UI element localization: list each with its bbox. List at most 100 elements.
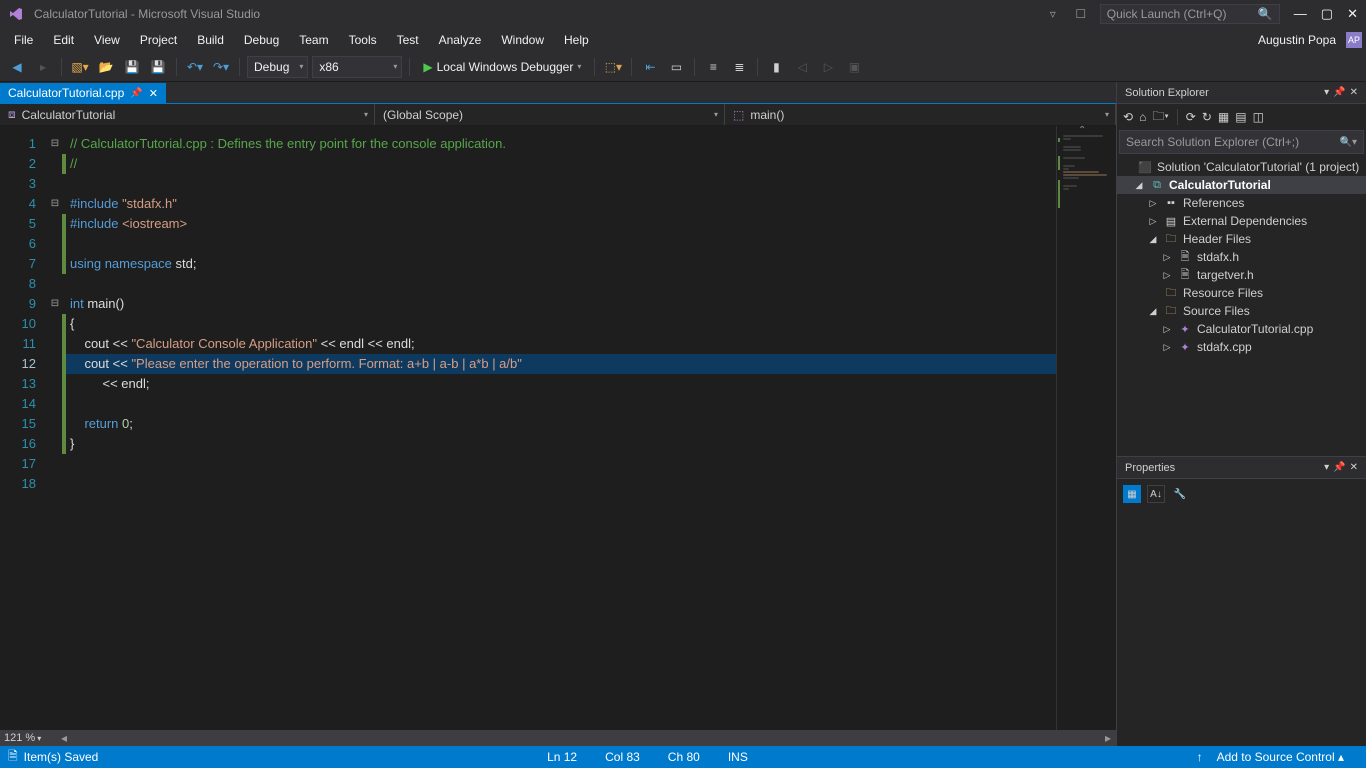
menu-build[interactable]: Build — [187, 30, 234, 50]
calc-cpp-node[interactable]: ▷✦CalculatorTutorial.cpp — [1117, 320, 1366, 338]
targetver-h-node[interactable]: ▷🗎targetver.h — [1117, 266, 1366, 284]
outdent-icon[interactable]: ≡ — [702, 56, 724, 78]
toolbar: ◀ ▸ ▧▾ 📂 💾 💾 ↶▾ ↷▾ Debug x86 ▶ Local Win… — [0, 52, 1366, 82]
home-icon[interactable]: ⟲ — [1123, 110, 1133, 124]
alphabetical-icon[interactable]: A↓ — [1147, 485, 1165, 503]
properties-icon[interactable]: ▤ — [1235, 110, 1246, 124]
header-files-node[interactable]: ◢🗀Header Files — [1117, 230, 1366, 248]
stdafx-h-node[interactable]: ▷🗎stdafx.h — [1117, 248, 1366, 266]
save-button[interactable]: 💾 — [121, 56, 143, 78]
source-files-node[interactable]: ◢🗀Source Files — [1117, 302, 1366, 320]
toolbar-icon-1[interactable]: ⬚▾ — [602, 56, 624, 78]
menu-edit[interactable]: Edit — [43, 30, 84, 50]
references-node[interactable]: ▷▪▪References — [1117, 194, 1366, 212]
collapse-icon[interactable]: 🗀▾ — [1152, 107, 1168, 128]
scroll-left-icon[interactable]: ◂ — [56, 730, 72, 746]
menu-window[interactable]: Window — [491, 30, 554, 50]
project-node[interactable]: ◢⧉CalculatorTutorial — [1117, 176, 1366, 194]
menu-analyze[interactable]: Analyze — [429, 30, 492, 50]
bookmark-icon[interactable]: ▣ — [843, 56, 865, 78]
menu-view[interactable]: View — [84, 30, 130, 50]
panel-menu-icon[interactable]: ▾ — [1324, 462, 1329, 473]
properties-title: Properties — [1125, 462, 1175, 474]
code-editor[interactable]: 123456789101112131415161718 ⊟⊟⊟ // Calcu… — [0, 126, 1056, 730]
pin-icon[interactable]: 📌 — [1333, 462, 1345, 473]
zoom-dropdown[interactable]: 121 %▾ — [0, 732, 56, 744]
undo-button[interactable]: ↶▾ — [184, 56, 206, 78]
menubar: FileEditViewProjectBuildDebugTeamToolsTe… — [0, 28, 1366, 52]
nav-project-dropdown[interactable]: ⧈CalculatorTutorial — [0, 104, 375, 125]
menu-debug[interactable]: Debug — [234, 30, 289, 50]
bookmark-next-icon[interactable]: ▷ — [817, 56, 839, 78]
panel-menu-icon[interactable]: ▾ — [1324, 87, 1329, 98]
code-navbar: ⧈CalculatorTutorial (Global Scope) ⬚main… — [0, 104, 1116, 126]
sync-icon[interactable]: ⟳ — [1186, 110, 1196, 124]
solution-toolbar: ⟲ ⌂ 🗀▾ ⟳ ↻ ▦ ▤ ◫ — [1117, 104, 1366, 130]
horizontal-scroll[interactable]: 121 %▾ ◂ ▸ — [0, 730, 1116, 746]
avatar[interactable]: AP — [1346, 32, 1362, 48]
menu-help[interactable]: Help — [554, 30, 599, 50]
nav-fwd-button[interactable]: ▸ — [32, 56, 54, 78]
menu-project[interactable]: Project — [130, 30, 187, 50]
stdafx-cpp-node[interactable]: ▷✦stdafx.cpp — [1117, 338, 1366, 356]
external-deps-node[interactable]: ▷▤External Dependencies — [1117, 212, 1366, 230]
status-line: Ln 12 — [533, 750, 591, 764]
source-control-button[interactable]: Add to Source Control ▴ — [1203, 750, 1358, 764]
nav-scope-dropdown[interactable]: (Global Scope) — [375, 104, 725, 125]
categorized-icon[interactable]: ▦ — [1123, 485, 1141, 503]
panel-close-icon[interactable]: ✕ — [1350, 87, 1358, 98]
maximize-button[interactable]: ▢ — [1321, 6, 1333, 22]
menu-team[interactable]: Team — [289, 30, 338, 50]
properties-body: ▦ A↓ 🔧 — [1117, 479, 1366, 746]
redo-button[interactable]: ↷▾ — [210, 56, 232, 78]
nav-member-dropdown[interactable]: ⬚main() — [725, 104, 1116, 125]
pin-icon[interactable]: 📌 — [130, 88, 142, 99]
close-button[interactable]: ✕ — [1347, 6, 1358, 22]
preview-icon[interactable]: ◫ — [1253, 110, 1264, 124]
refresh-icon[interactable]: ↻ — [1202, 110, 1212, 124]
editor-tabs: CalculatorTutorial.cpp 📌 ✕ — [0, 82, 1116, 104]
new-project-button[interactable]: ▧▾ — [69, 56, 91, 78]
resource-files-node[interactable]: 🗀Resource Files — [1117, 284, 1366, 302]
split-grip-icon[interactable]: ⌃ — [1078, 126, 1092, 135]
feedback-icon[interactable]: ☐ — [1072, 7, 1090, 21]
menu-test[interactable]: Test — [387, 30, 429, 50]
quick-launch-input[interactable]: Quick Launch (Ctrl+Q) 🔍 — [1100, 4, 1280, 24]
tab-close-icon[interactable]: ✕ — [149, 87, 158, 100]
solution-search-placeholder: Search Solution Explorer (Ctrl+;) — [1126, 135, 1299, 149]
start-debug-button[interactable]: ▶ Local Windows Debugger ▾ — [417, 56, 587, 78]
flag-icon[interactable]: ▿ — [1044, 7, 1062, 21]
statusbar: 🗎 Item(s) Saved Ln 12 Col 83 Ch 80 INS ↑… — [0, 746, 1366, 768]
play-icon: ▶ — [423, 60, 432, 74]
save-status: Item(s) Saved — [24, 750, 99, 764]
minimap[interactable]: ⌃ — [1056, 126, 1116, 730]
step-into-icon[interactable]: ⇤ — [639, 56, 661, 78]
solution-node[interactable]: ⬛Solution 'CalculatorTutorial' (1 projec… — [1117, 158, 1366, 176]
solution-tree[interactable]: ⬛Solution 'CalculatorTutorial' (1 projec… — [1117, 154, 1366, 456]
comment-icon[interactable]: ▮ — [765, 56, 787, 78]
vs-logo-icon — [8, 6, 24, 22]
pin-icon[interactable]: 📌 — [1333, 87, 1345, 98]
nav-back-button[interactable]: ◀ — [6, 56, 28, 78]
indent-icon[interactable]: ≣ — [728, 56, 750, 78]
platform-dropdown[interactable]: x86 — [312, 56, 402, 78]
bookmark-prev-icon[interactable]: ◁ — [791, 56, 813, 78]
minimize-button[interactable]: — — [1294, 6, 1307, 22]
tab-label: CalculatorTutorial.cpp — [8, 86, 124, 100]
tab-file[interactable]: CalculatorTutorial.cpp 📌 ✕ — [0, 83, 166, 103]
show-all-icon[interactable]: ▦ — [1218, 110, 1229, 124]
step-icon[interactable]: ▭ — [665, 56, 687, 78]
menu-tools[interactable]: Tools — [339, 30, 387, 50]
titlebar: CalculatorTutorial - Microsoft Visual St… — [0, 0, 1366, 28]
solution-search-input[interactable]: Search Solution Explorer (Ctrl+;) 🔍▾ — [1119, 130, 1364, 154]
status-ins: INS — [714, 750, 762, 764]
save-all-button[interactable]: 💾 — [147, 56, 169, 78]
config-dropdown[interactable]: Debug — [247, 56, 308, 78]
menu-file[interactable]: File — [4, 30, 43, 50]
panel-close-icon[interactable]: ✕ — [1350, 462, 1358, 473]
user-name[interactable]: Augustin Popa — [1258, 33, 1342, 47]
wrench-icon[interactable]: 🔧 — [1171, 485, 1189, 503]
open-file-button[interactable]: 📂 — [95, 56, 117, 78]
scroll-right-icon[interactable]: ▸ — [1100, 730, 1116, 746]
home-icon[interactable]: ⌂ — [1139, 110, 1146, 124]
